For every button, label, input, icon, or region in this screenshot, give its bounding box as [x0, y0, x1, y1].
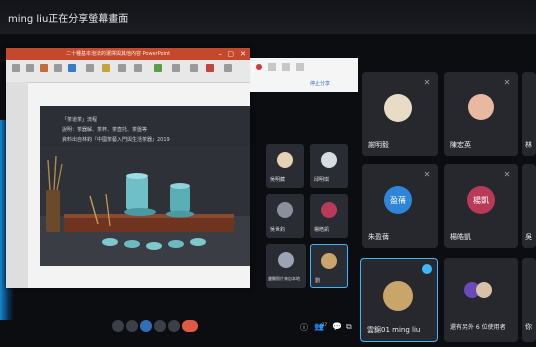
people-count: 17 [322, 322, 328, 327]
ribbon-icon[interactable] [118, 64, 126, 72]
ribbon-icon[interactable] [134, 64, 142, 72]
window-maximize-icon[interactable]: ▢ [227, 50, 234, 58]
participant-tile-small[interactable]: 吳世鈞 [266, 194, 304, 238]
mic-off-icon: ✕ [503, 78, 511, 87]
mic-off-icon: ✕ [423, 78, 431, 87]
powerpoint-ribbon[interactable] [6, 60, 250, 83]
participant-tile-small[interactable]: 盧顯照片來自本地 [266, 244, 306, 288]
participant-photo [384, 94, 412, 122]
avatar-initials: 楊凱 [473, 195, 489, 205]
powerpoint-titlebar: 二十種基本泡法的選擇與其他內容 PowerPoint ✕ ▢ – [6, 48, 250, 60]
mic-icon[interactable] [112, 320, 124, 332]
participant-avatar: 楊凱 [467, 186, 495, 214]
more-participants-tile[interactable]: 還有另外 6 位使用者 [444, 258, 518, 342]
ribbon-icon[interactable] [26, 64, 34, 72]
participant-name: 吳明藏 [270, 177, 286, 183]
participant-tile[interactable]: ✕ 楊凱 楊皓凱 [444, 164, 518, 248]
present-icon[interactable] [168, 320, 180, 332]
ribbon-icon[interactable] [86, 64, 94, 72]
participant-name: 楊皓凱 [314, 227, 330, 233]
end-call-icon[interactable] [182, 320, 198, 332]
stop-sharing-button[interactable]: 停止分享 [310, 80, 330, 87]
ribbon-icon[interactable] [68, 64, 76, 72]
participant-name: 雲錦01 ming liu [367, 326, 421, 334]
share-control-icon[interactable] [296, 63, 304, 71]
participant-name: 林 [525, 141, 532, 149]
activities-icon[interactable]: ⧉ [346, 322, 352, 332]
slide-title: 「茶道茶」流程 [62, 117, 98, 123]
participant-tile-small[interactable]: 吳明藏 [266, 144, 304, 188]
participant-name: 朱盈蒨 [368, 233, 389, 241]
tea-set-photo [40, 146, 250, 266]
mic-off-icon: ✕ [423, 170, 431, 179]
participant-name: 盧顯照片來自本地 [268, 276, 300, 281]
participant-tile[interactable]: ✕ 盈蒨 朱盈蒨 [362, 164, 438, 248]
participant-tile[interactable]: ✕ 謝明毅 [362, 72, 438, 156]
participant-photo [277, 202, 293, 218]
ribbon-icon[interactable] [40, 64, 48, 72]
ribbon-icon[interactable] [154, 64, 162, 72]
powerpoint-title: 二十種基本泡法的選擇與其他內容 PowerPoint [66, 51, 171, 57]
share-control-icon[interactable] [282, 63, 290, 71]
cc-icon[interactable] [140, 320, 152, 332]
participant-name: 楊皓凱 [450, 233, 471, 241]
participant-tile-small[interactable]: 楊皓凱 [310, 194, 348, 238]
ribbon-icon[interactable] [54, 64, 62, 72]
participant-name: 劉 [315, 278, 321, 284]
participant-tile[interactable]: 吳 [522, 164, 536, 248]
current-slide: 「茶道茶」流程 說明：茶器解、茶杯、茶壺托、茶盤等 資料出自林鈞『中國茶藝入門與… [40, 106, 250, 266]
share-control-dot [256, 64, 262, 70]
sharing-banner: ming liu正在分享螢幕畫面 [0, 0, 536, 34]
participant-tile[interactable]: ✕ 陳宏英 [444, 72, 518, 156]
sharing-banner-text: ming liu正在分享螢幕畫面 [8, 14, 129, 25]
participant-photo [468, 94, 494, 120]
participant-photo [278, 252, 294, 268]
participant-tile[interactable]: 林 [522, 72, 536, 156]
shared-screen-window[interactable]: 二十種基本泡法的選擇與其他內容 PowerPoint ✕ ▢ – 「茶道茶」流程… [6, 48, 250, 288]
call-toolbar [112, 320, 198, 334]
hand-icon[interactable] [154, 320, 166, 332]
slide-caption: 資料出自林鈞『中國茶藝入門與生活茶器』2019 [62, 137, 170, 143]
slide-subtitle: 說明：茶器解、茶杯、茶壺托、茶盤等 [62, 127, 148, 133]
participant-avatar: 盈蒨 [384, 186, 412, 214]
participant-name: 吳世鈞 [270, 227, 286, 233]
participant-tile-small[interactable]: 邱明琪 [310, 144, 348, 188]
info-icon[interactable]: ⓘ [300, 322, 308, 333]
avatar-initials: 盈蒨 [390, 195, 406, 205]
self-view-tile[interactable]: 你 [522, 258, 536, 342]
share-control-panel: 停止分享 [250, 58, 358, 92]
camera-icon[interactable] [126, 320, 138, 332]
self-name: 你 [525, 323, 532, 331]
participant-avatar [321, 202, 337, 218]
participant-name: 陳宏英 [450, 141, 471, 149]
ribbon-icon[interactable] [224, 64, 232, 72]
window-minimize-icon[interactable]: – [219, 50, 223, 58]
participant-tile-small-active[interactable]: 劉 [310, 244, 348, 288]
participant-photo [321, 253, 337, 269]
participant-tile-active-speaker[interactable]: 雲錦01 ming liu [360, 258, 438, 342]
ribbon-icon[interactable] [190, 64, 198, 72]
share-control-icon[interactable] [268, 63, 276, 71]
participant-name: 吳 [525, 233, 532, 241]
participant-photo [476, 282, 492, 298]
ribbon-icon[interactable] [172, 64, 180, 72]
mic-off-icon: ✕ [503, 170, 511, 179]
participant-photo [277, 152, 293, 168]
slide-thumbnail-strip[interactable] [6, 82, 28, 288]
participant-photo [383, 281, 413, 311]
more-participants-label: 還有另外 6 位使用者 [450, 324, 506, 331]
ribbon-icon[interactable] [206, 64, 214, 72]
speaking-indicator-icon [422, 264, 432, 274]
window-close-icon[interactable]: ✕ [240, 50, 246, 58]
participant-name: 謝明毅 [368, 141, 389, 149]
ribbon-icon[interactable] [102, 64, 110, 72]
participant-name: 邱明琪 [314, 177, 330, 183]
participant-photo [321, 152, 337, 168]
side-toolbar: ⓘ 👥 17 💬 ⧉ [300, 322, 356, 334]
ribbon-icon[interactable] [12, 64, 20, 72]
chat-icon[interactable]: 💬 [332, 322, 342, 331]
